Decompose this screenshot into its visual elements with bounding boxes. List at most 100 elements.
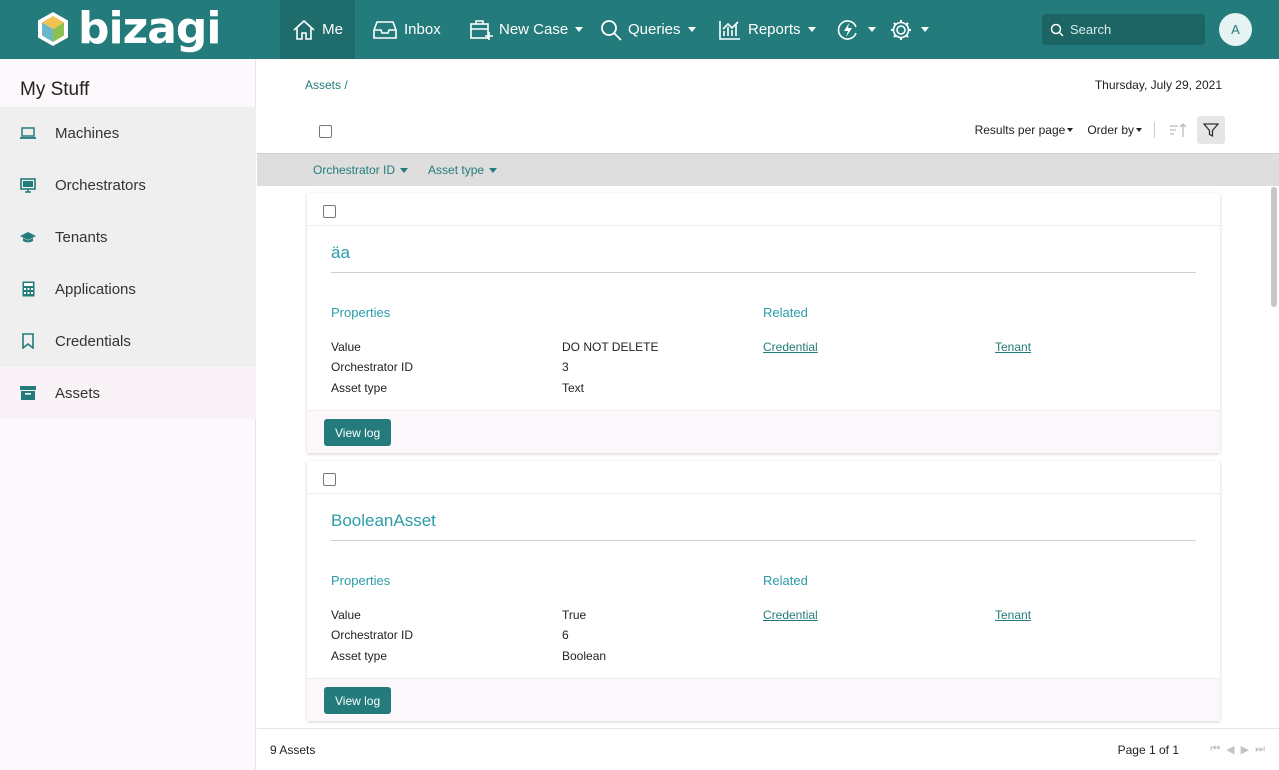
properties-heading: Properties — [331, 573, 391, 588]
sidebar-item-applications[interactable]: Applications — [0, 263, 256, 315]
asset-title[interactable]: BooleanAsset — [331, 511, 436, 531]
sidebar-item-machines[interactable]: Machines — [0, 107, 256, 159]
inbox-icon — [373, 20, 397, 39]
sidebar-item-label: Applications — [55, 280, 136, 298]
sidebar-item-label: Tenants — [55, 228, 108, 246]
divider — [331, 272, 1196, 273]
sidebar-item-tenants[interactable]: Tenants — [0, 211, 256, 263]
filter-funnel-icon — [1203, 123, 1219, 138]
nav-me-label: Me — [322, 21, 343, 38]
view-log-button[interactable]: View log — [324, 687, 392, 714]
asset-list: äa Properties Related Value DO NOT DELET… — [257, 187, 1279, 728]
filter-button[interactable] — [1197, 116, 1225, 144]
view-log-button[interactable]: View log — [324, 419, 392, 446]
results-per-page-dropdown[interactable]: Results per page — [975, 123, 1074, 137]
last-page-icon[interactable]: ⏭ — [1255, 743, 1265, 756]
property-value: True — [562, 608, 587, 622]
brand-name: bizagi — [78, 3, 221, 54]
first-page-icon[interactable]: ⏮ — [1210, 743, 1220, 756]
nav-settings[interactable] — [889, 0, 929, 59]
filter-asset-type[interactable]: Asset type — [428, 163, 498, 177]
calculator-icon — [20, 281, 36, 297]
user-avatar[interactable]: A — [1219, 13, 1252, 46]
nav-inbox[interactable]: Inbox — [372, 0, 441, 59]
home-icon — [293, 19, 315, 40]
related-credential-link[interactable]: Credential — [763, 608, 818, 622]
toolbar-divider — [1154, 122, 1155, 138]
search-box[interactable] — [1042, 14, 1205, 45]
order-by-label: Order by — [1087, 123, 1134, 137]
nav-reports[interactable]: Reports — [718, 0, 816, 59]
nav-automation[interactable] — [836, 0, 876, 59]
property-label: Value — [331, 608, 361, 622]
laptop-icon — [20, 125, 36, 141]
scrollbar[interactable] — [1271, 187, 1277, 307]
nav-queries[interactable]: Queries — [600, 0, 696, 59]
gear-icon — [891, 19, 911, 40]
sort-ascending-icon — [1170, 123, 1187, 137]
related-tenant-link[interactable]: Tenant — [995, 608, 1031, 622]
related-credential-link[interactable]: Credential — [763, 340, 818, 354]
related-heading: Related — [763, 305, 808, 320]
lightning-refresh-icon — [837, 19, 857, 40]
search-input[interactable] — [1070, 22, 1190, 37]
property-value: 3 — [562, 360, 569, 374]
asset-card: BooleanAsset Properties Related Value Tr… — [307, 461, 1220, 721]
properties-heading: Properties — [331, 305, 391, 320]
sidebar-title: My Stuff — [20, 79, 90, 100]
chart-icon — [719, 20, 740, 40]
sidebar-item-assets[interactable]: Assets — [0, 367, 256, 419]
chevron-down-icon — [1067, 128, 1074, 132]
filter-label: Asset type — [428, 163, 485, 177]
property-label: Orchestrator ID — [331, 360, 414, 374]
sidebar-item-label: Machines — [55, 124, 120, 142]
chevron-down-icon — [921, 27, 929, 32]
card-checkbox[interactable] — [323, 473, 336, 486]
sidebar-item-credentials[interactable]: Credentials — [0, 315, 256, 367]
card-checkbox[interactable] — [323, 205, 336, 218]
card-header — [307, 193, 1220, 226]
nav-queries-label: Queries — [628, 21, 681, 38]
monitor-icon — [20, 177, 36, 193]
bizagi-logo[interactable]: bizagi — [36, 3, 221, 54]
related-heading: Related — [763, 573, 808, 588]
bizagi-hexagon-icon — [36, 11, 70, 47]
sidebar: My Stuff Machines Orchestrators Tenants … — [0, 59, 256, 770]
divider — [331, 540, 1196, 541]
card-footer: View log — [307, 410, 1220, 453]
asset-title[interactable]: äa — [331, 243, 350, 263]
sidebar-list: Machines Orchestrators Tenants Applicati… — [0, 107, 256, 419]
new-case-icon — [470, 19, 493, 40]
next-page-icon[interactable]: ▶ — [1241, 743, 1249, 756]
order-by-dropdown[interactable]: Order by — [1087, 123, 1142, 137]
chevron-down-icon — [489, 167, 498, 173]
property-value: 6 — [562, 628, 569, 642]
sidebar-item-label: Credentials — [55, 332, 131, 350]
asset-count: 9 Assets — [270, 743, 316, 757]
nav-inbox-label: Inbox — [404, 21, 441, 38]
previous-page-icon[interactable]: ◀ — [1226, 743, 1234, 756]
property-label: Value — [331, 340, 361, 354]
main-content: Assets / Thursday, July 29, 2021 Results… — [257, 59, 1279, 770]
sidebar-item-label: Assets — [55, 384, 101, 402]
breadcrumb[interactable]: Assets / — [305, 78, 348, 92]
sidebar-item-label: Orchestrators — [55, 176, 146, 194]
filter-bar: Orchestrator ID Asset type — [257, 153, 1279, 186]
nav-new-case[interactable]: New Case — [469, 0, 584, 59]
asset-card: äa Properties Related Value DO NOT DELET… — [307, 193, 1220, 453]
property-value: Text — [562, 381, 585, 395]
current-date: Thursday, July 29, 2021 — [1094, 78, 1222, 92]
sort-direction-button[interactable] — [1169, 122, 1187, 138]
sidebar-item-orchestrators[interactable]: Orchestrators — [0, 159, 256, 211]
select-all-checkbox[interactable] — [319, 125, 332, 138]
list-toolbar: Results per page Order by — [961, 115, 1225, 145]
chevron-down-icon — [807, 27, 816, 32]
filter-orchestrator-id[interactable]: Orchestrator ID — [313, 163, 409, 177]
related-tenant-link[interactable]: Tenant — [995, 340, 1031, 354]
chevron-down-icon — [400, 167, 409, 173]
property-value: Boolean — [562, 649, 607, 663]
nav-me[interactable]: Me — [280, 0, 355, 59]
property-label: Orchestrator ID — [331, 628, 414, 642]
search-icon — [1050, 23, 1064, 37]
nav-new-case-label: New Case — [499, 21, 569, 38]
